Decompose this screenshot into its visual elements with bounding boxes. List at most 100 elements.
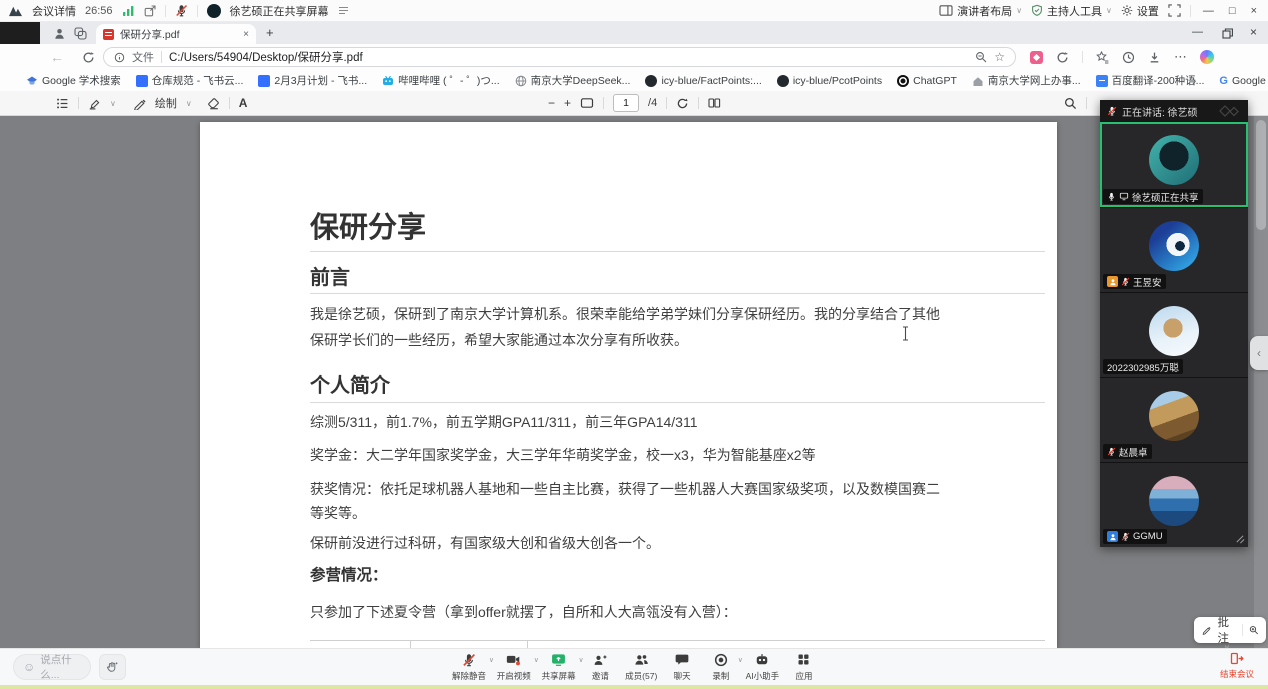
eraser-icon[interactable] <box>207 97 220 110</box>
audio-indicator-icon <box>338 6 349 15</box>
browser-essentials-icon[interactable] <box>1056 51 1069 64</box>
record-button[interactable]: 录制 ∨ <box>707 652 735 684</box>
divider <box>1242 624 1243 636</box>
bookmarks-bar: Google 学术搜索 仓库规范 - 飞书云... 2月3月计划 - 飞书...… <box>0 70 1268 91</box>
unmute-button[interactable]: 解除静音 ∨ <box>452 652 486 684</box>
doc-paragraph: 保研前没进行过科研，有国家级大创和省级大创各一个。 <box>310 533 660 553</box>
browser-tab[interactable]: 保研分享.pdf × <box>96 24 256 44</box>
mic-muted-icon[interactable] <box>175 4 188 17</box>
bookmark-label: 南京大学网上办事... <box>988 73 1081 88</box>
downloads-icon[interactable] <box>1148 51 1161 64</box>
panel-header[interactable]: 正在讲话: 徐艺硕 <box>1100 100 1248 122</box>
chevron-down-icon[interactable]: ∨ <box>110 99 116 108</box>
url-text[interactable]: C:/Users/54904/Desktop/保研分享.pdf <box>169 49 363 65</box>
workspaces-icon[interactable] <box>74 27 87 40</box>
fullscreen-icon[interactable] <box>1168 4 1181 17</box>
page-view-icon[interactable] <box>708 97 721 109</box>
video-tile[interactable]: 2022302985万聪 <box>1100 292 1248 377</box>
pdf-scrollbar-thumb[interactable] <box>1256 120 1266 230</box>
tab-close-icon[interactable]: × <box>243 29 249 40</box>
search-icon[interactable] <box>1064 97 1077 110</box>
bookmark-item[interactable]: 仓库规范 - 飞书云... <box>136 73 244 88</box>
start-video-button[interactable]: 开启视频 ∨ <box>497 652 531 684</box>
video-tile[interactable]: GGMU <box>1100 462 1248 547</box>
share-screen-button[interactable]: 共享屏幕 ∨ <box>542 652 576 684</box>
new-tab-button[interactable]: + <box>266 25 274 40</box>
bookmark-item[interactable]: 南京大学网上办事... <box>972 73 1081 88</box>
raise-hand-button[interactable] <box>99 654 126 680</box>
info-icon[interactable] <box>114 52 125 63</box>
zoom-in-button[interactable]: + <box>564 96 571 110</box>
bookmark-item[interactable]: GGoogle <box>1219 75 1265 87</box>
host-tools-button[interactable]: 主持人工具 ∨ <box>1031 3 1112 19</box>
reload-icon[interactable] <box>82 51 95 64</box>
toc-icon[interactable] <box>56 97 69 110</box>
panel-resize-handle[interactable] <box>1234 533 1245 544</box>
open-in-new-icon[interactable] <box>144 5 156 17</box>
bookmark-label: 百度翻译-200种语... <box>1112 73 1205 88</box>
bookmark-item[interactable]: Google 学术搜索 <box>26 73 121 88</box>
back-icon[interactable]: ← <box>50 49 64 65</box>
browser-profile-icon[interactable] <box>53 27 66 40</box>
minimize-button[interactable]: — <box>1200 5 1217 17</box>
browser-minimize-button[interactable]: — <box>1192 26 1203 38</box>
bookmarks-overflow-chevron[interactable]: › <box>1192 73 1196 88</box>
table-column-border <box>527 640 528 648</box>
bookmark-item[interactable]: 南京大学DeepSeek... <box>515 73 631 88</box>
ai-assistant-button[interactable]: AI小助手 <box>746 652 780 684</box>
pdf-scrollbar-track[interactable] <box>1254 116 1268 648</box>
favorites-bar-icon[interactable] <box>1096 51 1109 64</box>
apps-button[interactable]: 应用 <box>790 652 818 684</box>
draw-pen-icon[interactable] <box>133 97 146 110</box>
chevron-down-icon[interactable]: ∨ <box>738 656 743 664</box>
browser-close-button[interactable]: × <box>1250 25 1257 39</box>
settings-button[interactable]: 设置 <box>1121 3 1159 19</box>
bookmark-item[interactable]: 2月3月计划 - 飞书... <box>258 73 367 88</box>
chat-button[interactable]: 聊天 <box>668 652 696 684</box>
bookmark-item[interactable]: icy-blue/PcotPoints <box>777 75 882 87</box>
rotate-icon[interactable] <box>676 97 689 110</box>
draw-label[interactable]: 绘制 <box>155 95 177 111</box>
bookmark-item[interactable]: 百度翻译-200种语... <box>1096 73 1205 88</box>
end-meeting-button[interactable]: 结束会议 <box>1220 652 1254 680</box>
page-number-input[interactable]: 1 <box>613 94 639 112</box>
magnifier-plus-icon[interactable] <box>1249 624 1259 636</box>
highlighter-icon[interactable] <box>88 97 101 110</box>
annotate-toolbar[interactable]: 批注 <box>1194 617 1266 643</box>
meeting-details-button[interactable]: 会议详情 <box>32 3 76 19</box>
members-button[interactable]: 成员(57) <box>625 652 657 684</box>
browser-restore-button[interactable] <box>1222 28 1233 39</box>
browser-tab-strip: 保研分享.pdf × + — × <box>0 22 1268 44</box>
video-tile[interactable]: 徐艺硕正在共享 <box>1100 122 1248 207</box>
read-aloud-icon[interactable]: A <box>239 96 248 110</box>
participant-avatar <box>1149 306 1199 356</box>
extension-icon[interactable] <box>1030 51 1043 64</box>
chevron-down-icon[interactable]: ∨ <box>186 99 192 108</box>
zoom-level-icon[interactable] <box>975 51 987 63</box>
video-tile[interactable]: 王昱安 <box>1100 207 1248 292</box>
close-button[interactable]: × <box>1248 5 1260 17</box>
history-icon[interactable] <box>1122 51 1135 64</box>
address-bar[interactable]: 文件 C:/Users/54904/Desktop/保研分享.pdf ☆ <box>103 47 1016 67</box>
button-label: 邀请 <box>592 670 609 682</box>
bookmark-item[interactable]: 哔哩哔哩 ( ゜- ゜)つ... <box>382 73 500 88</box>
pdf-viewer[interactable]: 保研分享 前言 我是徐艺硕，保研到了南京大学计算机系。很荣幸能给学弟学妹们分享保… <box>0 116 1268 648</box>
zoom-out-button[interactable]: − <box>548 96 555 110</box>
chat-input[interactable]: ☺ 说点什么... <box>13 654 91 680</box>
chevron-down-icon[interactable]: ∨ <box>578 656 583 664</box>
chevron-down-icon[interactable]: ∨ <box>489 656 494 664</box>
maximize-button[interactable]: □ <box>1226 5 1239 17</box>
copilot-icon[interactable] <box>1200 50 1214 64</box>
bookmark-item[interactable]: icy-blue/FactPoints:... <box>645 75 761 87</box>
speaker-layout-button[interactable]: 演讲者布局 ∨ <box>939 3 1022 19</box>
invite-button[interactable]: 邀请 <box>586 652 614 684</box>
more-menu-icon[interactable]: ⋯ <box>1174 49 1187 65</box>
panel-collapse-handle[interactable]: ‹ <box>1250 336 1268 370</box>
favorite-star-icon[interactable]: ☆ <box>994 50 1005 64</box>
fit-page-icon[interactable] <box>580 97 594 109</box>
bookmark-item[interactable]: ChatGPT <box>897 75 957 87</box>
chevron-down-icon[interactable]: ∨ <box>534 656 539 664</box>
pdf-page[interactable]: 保研分享 前言 我是徐艺硕，保研到了南京大学计算机系。很荣幸能给学弟学妹们分享保… <box>200 122 1057 648</box>
video-tile[interactable]: 赵晨卓 <box>1100 377 1248 462</box>
participant-panel[interactable]: 正在讲话: 徐艺硕 徐艺硕正在共享 <box>1100 100 1248 547</box>
